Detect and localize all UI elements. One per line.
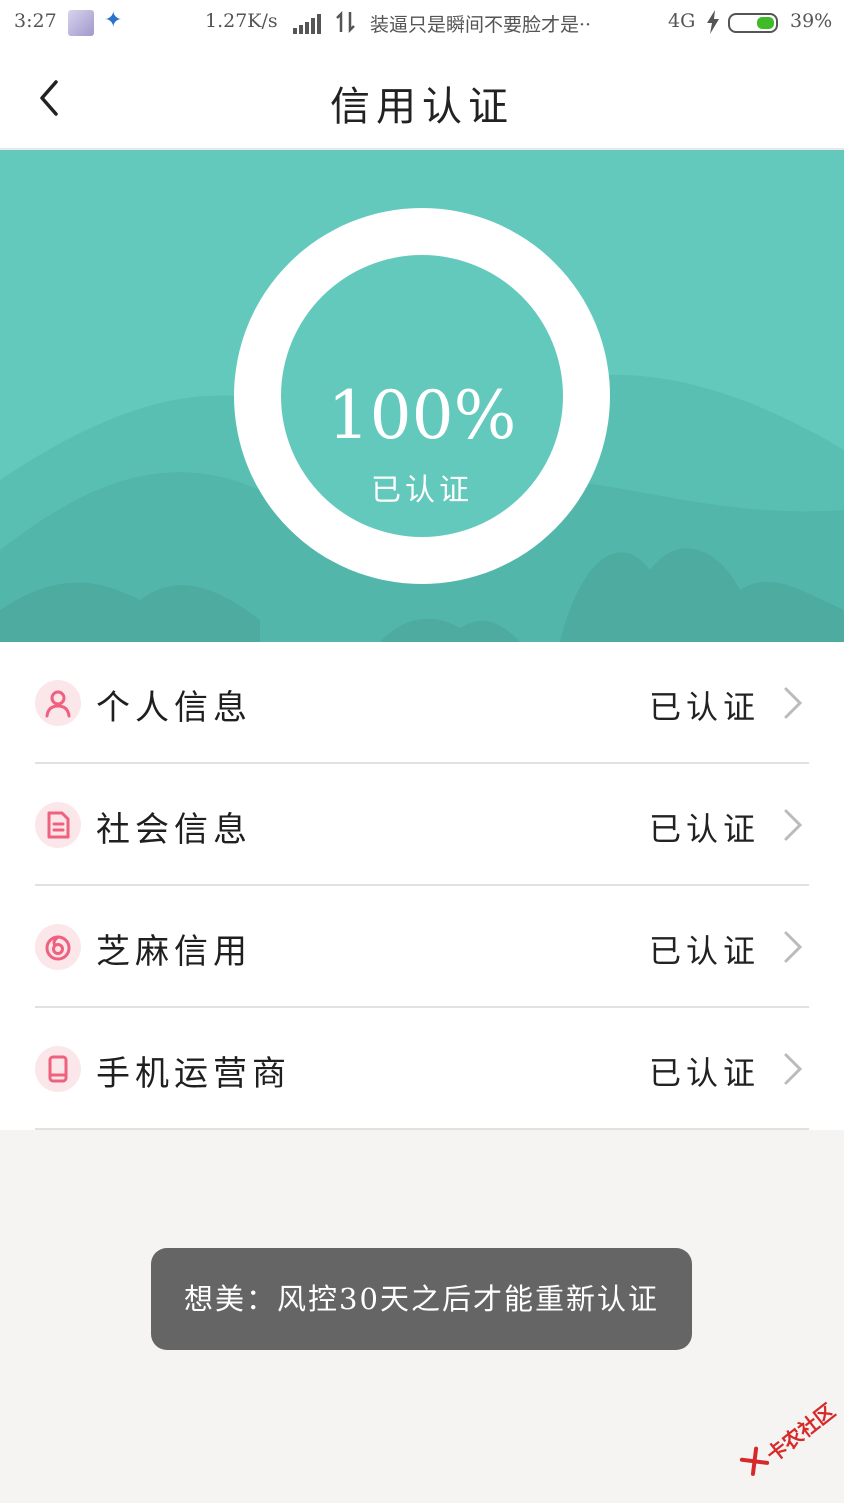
data-transfer-icon bbox=[336, 10, 355, 34]
progress-ring-center: 100% 已认证 bbox=[281, 255, 563, 537]
list-item-status: 已认证 bbox=[648, 932, 760, 970]
status-bar: 3:27 ✦ 1.27K/s 装逼只是瞬间不要脸才是·· 4G 39% bbox=[0, 0, 844, 48]
toast-message: 想美：风控30天之后才能重新认证 bbox=[151, 1248, 692, 1350]
site-watermark: 卡农社区 bbox=[729, 1387, 844, 1503]
document-icon bbox=[35, 802, 81, 848]
list-item-label: 芝麻信用 bbox=[96, 932, 252, 972]
credit-progress-banner: 100% 已认证 bbox=[0, 150, 844, 642]
chevron-right-icon bbox=[784, 809, 803, 841]
app-notification-avatar-icon bbox=[68, 10, 94, 36]
list-item-sesame-credit[interactable]: 芝麻信用 已认证 bbox=[0, 886, 844, 1008]
status-time: 3:27 bbox=[14, 10, 57, 32]
app-header: 信用认证 bbox=[0, 48, 844, 150]
sesame-credit-icon bbox=[35, 924, 81, 970]
network-speed: 1.27K/s bbox=[205, 10, 278, 32]
network-type: 4G bbox=[668, 10, 696, 32]
chevron-right-icon bbox=[784, 687, 803, 719]
notification-ticker: 装逼只是瞬间不要脸才是·· bbox=[370, 14, 592, 36]
battery-percent: 39% bbox=[790, 10, 833, 32]
list-item-personal-info[interactable]: 个人信息 已认证 bbox=[0, 642, 844, 764]
list-item-label: 手机运营商 bbox=[96, 1054, 291, 1094]
person-icon bbox=[35, 680, 81, 726]
battery-icon bbox=[728, 13, 778, 33]
divider bbox=[35, 1128, 809, 1130]
list-item-status: 已认证 bbox=[648, 1054, 760, 1092]
bird-app-icon: ✦ bbox=[104, 8, 123, 33]
list-item-mobile-carrier[interactable]: 手机运营商 已认证 bbox=[0, 1008, 844, 1130]
progress-percent: 100% bbox=[327, 377, 517, 454]
list-item-status: 已认证 bbox=[648, 810, 760, 848]
signal-strength-icon bbox=[293, 14, 321, 34]
chevron-right-icon bbox=[784, 931, 803, 963]
progress-ring: 100% 已认证 bbox=[234, 208, 610, 584]
page-title: 信用认证 bbox=[330, 84, 514, 130]
chevron-right-icon bbox=[784, 1053, 803, 1085]
phone-icon bbox=[35, 1046, 81, 1092]
verification-list: 个人信息 已认证 社会信息 已认证 芝麻信用 已认证 手机运营商 已认证 bbox=[0, 642, 844, 1130]
charging-bolt-icon bbox=[707, 10, 719, 34]
list-item-label: 社会信息 bbox=[96, 810, 252, 850]
list-item-status: 已认证 bbox=[648, 688, 760, 726]
progress-status-label: 已认证 bbox=[371, 473, 473, 508]
list-item-social-info[interactable]: 社会信息 已认证 bbox=[0, 764, 844, 886]
watermark-text: 卡农社区 bbox=[761, 1398, 840, 1467]
list-item-label: 个人信息 bbox=[96, 688, 252, 728]
